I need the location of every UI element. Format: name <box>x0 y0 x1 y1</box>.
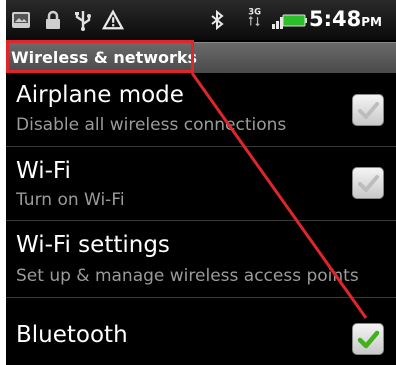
annotation-highlight-box <box>6 40 194 73</box>
setting-title: Airplane mode <box>16 82 184 108</box>
check-icon <box>358 175 379 192</box>
wifi-checkbox[interactable] <box>352 167 384 199</box>
3g-icon: 3G <box>248 6 261 27</box>
clock-time: 5:48 <box>309 7 362 31</box>
usb-icon <box>75 11 91 31</box>
airplane-mode-checkbox[interactable] <box>352 94 384 126</box>
warning-icon <box>102 9 124 30</box>
clock: 5:48PM <box>309 7 382 31</box>
setting-wifi-settings[interactable]: Wi-Fi settings Set up & manage wireless … <box>6 221 396 298</box>
setting-summary: Set up & manage wireless access points <box>16 266 359 286</box>
check-icon <box>357 330 380 349</box>
bluetooth-icon <box>211 9 224 31</box>
setting-title: Wi-Fi <box>16 158 71 184</box>
setting-bluetooth[interactable]: Bluetooth <box>6 298 396 365</box>
settings-screen: 3G 5:48PM Wireless & networks Airplane m… <box>6 0 396 365</box>
setting-summary: Disable all wireless connections <box>16 115 287 135</box>
status-bar: 3G 5:48PM <box>6 0 396 40</box>
lock-icon <box>46 10 60 29</box>
setting-airplane-mode[interactable]: Airplane mode Disable all wireless conne… <box>6 73 396 147</box>
clock-ampm: PM <box>361 15 382 29</box>
bluetooth-checkbox[interactable] <box>352 323 384 355</box>
check-icon <box>358 102 379 119</box>
setting-title: Bluetooth <box>16 322 128 348</box>
setting-summary: Turn on Wi-Fi <box>16 190 125 210</box>
svg-text:3G: 3G <box>248 6 261 16</box>
image-icon <box>12 12 30 28</box>
setting-title: Wi-Fi settings <box>16 232 170 258</box>
battery-icon <box>282 14 307 27</box>
setting-wifi[interactable]: Wi-Fi Turn on Wi-Fi <box>6 147 396 221</box>
